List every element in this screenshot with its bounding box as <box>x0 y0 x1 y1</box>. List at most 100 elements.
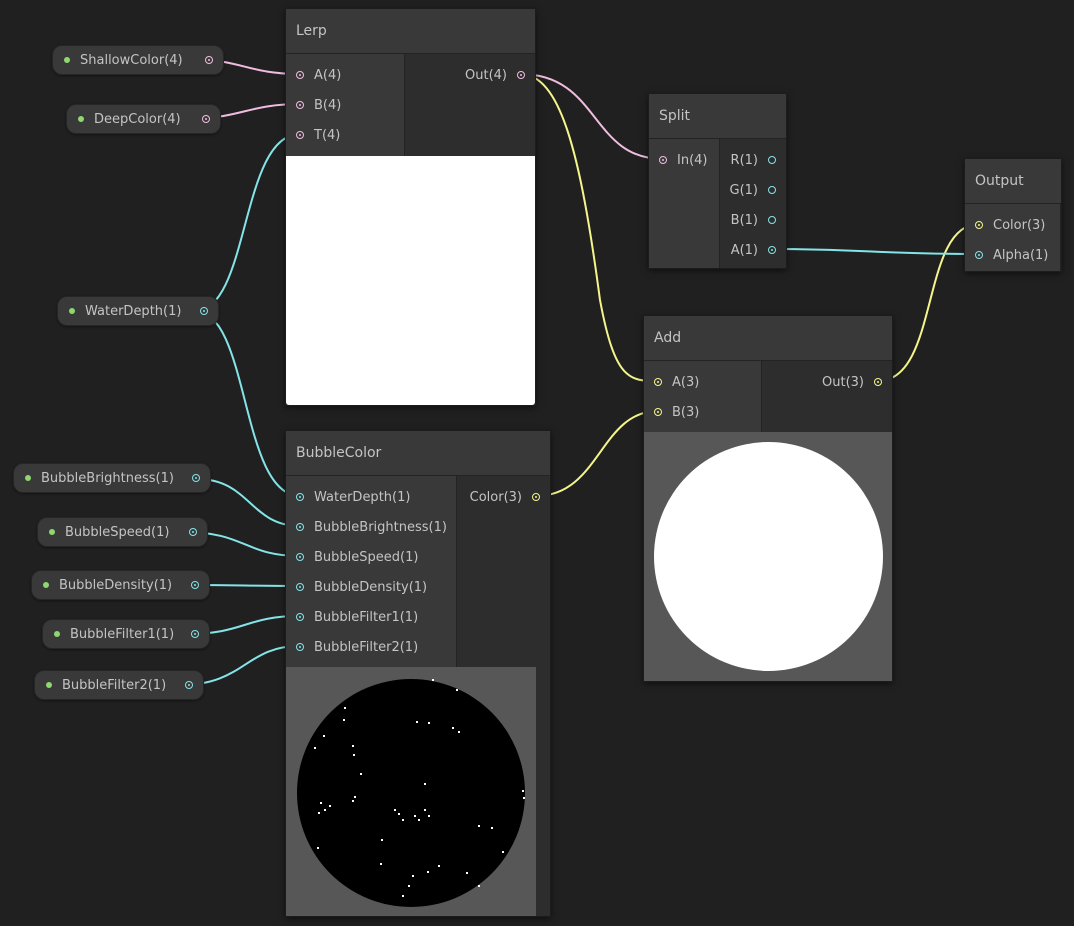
input-row[interactable]: B(4) <box>286 90 404 120</box>
input-row[interactable]: A(4) <box>286 60 404 90</box>
property-shallow-color[interactable]: ShallowColor(4) <box>52 45 224 75</box>
property-bubble-speed[interactable]: BubbleSpeed(1) <box>37 517 208 547</box>
output-row[interactable]: Color(3) <box>457 482 550 512</box>
lerp-node[interactable]: Lerp A(4) B(4) T(4) Out(4) <box>285 8 536 406</box>
property-bubble-filter1[interactable]: BubbleFilter1(1) <box>42 619 210 649</box>
output-ports: Out(3) <box>762 361 892 432</box>
output-port-icon[interactable] <box>532 493 540 501</box>
port-label: In(4) <box>677 152 708 168</box>
input-row[interactable]: WaterDepth(1) <box>286 482 456 512</box>
output-port-icon[interactable] <box>189 528 197 536</box>
add-preview <box>644 432 892 681</box>
port-label: Color(3) <box>469 489 522 505</box>
output-port-icon[interactable] <box>200 307 208 315</box>
property-label: BubbleBrightness(1) <box>41 470 174 486</box>
input-port-icon[interactable] <box>296 131 304 139</box>
input-row[interactable]: T(4) <box>286 120 404 150</box>
output-node[interactable]: Output Color(3) Alpha(1) <box>964 158 1062 272</box>
output-row[interactable]: R(1) <box>720 145 786 175</box>
input-row[interactable]: Color(3) <box>965 210 1060 240</box>
property-dot-icon <box>46 682 52 688</box>
input-port-icon[interactable] <box>654 378 662 386</box>
preview-circle <box>654 442 883 671</box>
output-port-icon[interactable] <box>191 581 199 589</box>
node-title[interactable]: Output <box>965 159 1061 204</box>
output-port-icon[interactable] <box>768 216 776 224</box>
port-label: B(1) <box>730 212 758 228</box>
property-label: BubbleDensity(1) <box>59 577 173 593</box>
input-port-icon[interactable] <box>975 221 983 229</box>
output-row[interactable]: G(1) <box>720 175 786 205</box>
input-row[interactable]: B(3) <box>644 397 761 427</box>
output-row[interactable]: Out(4) <box>405 60 535 90</box>
output-port-icon[interactable] <box>768 246 776 254</box>
bubblecolor-node[interactable]: BubbleColor WaterDepth(1) BubbleBrightne… <box>285 430 551 917</box>
output-row[interactable]: B(1) <box>720 205 786 235</box>
wire-lerp-out-to-split-in <box>519 73 664 160</box>
node-title[interactable]: Add <box>644 316 892 361</box>
node-title[interactable]: BubbleColor <box>286 431 550 476</box>
output-port-icon[interactable] <box>185 681 193 689</box>
input-ports: WaterDepth(1) BubbleBrightness(1) Bubble… <box>286 476 457 667</box>
input-port-icon[interactable] <box>296 71 304 79</box>
property-bubble-density[interactable]: BubbleDensity(1) <box>31 570 210 600</box>
split-node[interactable]: Split In(4) R(1) G(1) B(1) A(1) <box>648 93 787 269</box>
input-row[interactable]: BubbleFilter1(1) <box>286 602 456 632</box>
property-label: DeepColor(4) <box>94 111 181 127</box>
input-row[interactable]: BubbleBrightness(1) <box>286 512 456 542</box>
port-label: R(1) <box>730 152 758 168</box>
output-ports: Out(4) <box>405 54 535 156</box>
property-dot-icon <box>69 308 75 314</box>
output-port-icon[interactable] <box>192 474 200 482</box>
property-bubble-filter2[interactable]: BubbleFilter2(1) <box>34 670 204 700</box>
input-port-icon[interactable] <box>296 583 304 591</box>
output-port-icon[interactable] <box>874 378 882 386</box>
port-label: BubbleFilter2(1) <box>314 639 419 655</box>
property-water-depth[interactable]: WaterDepth(1) <box>57 296 219 326</box>
input-row[interactable]: BubbleDensity(1) <box>286 572 456 602</box>
input-port-icon[interactable] <box>654 408 662 416</box>
output-port-icon[interactable] <box>768 156 776 164</box>
property-label: WaterDepth(1) <box>85 303 182 319</box>
output-port-icon[interactable] <box>205 56 213 64</box>
output-row[interactable]: Out(3) <box>762 367 892 397</box>
port-label: Out(4) <box>465 67 507 83</box>
output-port-icon[interactable] <box>202 115 210 123</box>
input-port-icon[interactable] <box>975 251 983 259</box>
property-deep-color[interactable]: DeepColor(4) <box>66 104 221 134</box>
output-port-icon[interactable] <box>517 71 525 79</box>
input-ports: Color(3) Alpha(1) <box>965 204 1061 271</box>
output-row[interactable]: A(1) <box>720 235 786 265</box>
input-port-icon[interactable] <box>296 101 304 109</box>
port-label: B(4) <box>314 97 342 113</box>
property-bubble-brightness[interactable]: BubbleBrightness(1) <box>13 463 211 493</box>
input-row[interactable]: Alpha(1) <box>965 240 1060 270</box>
bubble-preview-image <box>297 679 525 907</box>
input-port-icon[interactable] <box>296 523 304 531</box>
input-port-icon[interactable] <box>659 156 667 164</box>
port-label: B(3) <box>672 404 700 420</box>
lerp-preview <box>286 156 535 405</box>
input-row[interactable]: BubbleSpeed(1) <box>286 542 456 572</box>
input-row[interactable]: A(3) <box>644 367 761 397</box>
input-ports: In(4) <box>649 139 720 268</box>
output-port-icon[interactable] <box>191 630 199 638</box>
wire-lerp-out-to-add-a <box>519 73 659 382</box>
input-port-icon[interactable] <box>296 613 304 621</box>
input-port-icon[interactable] <box>296 553 304 561</box>
input-port-icon[interactable] <box>296 493 304 501</box>
input-ports: A(3) B(3) <box>644 361 762 432</box>
wire-bubble-color-to-add-b <box>535 410 659 497</box>
input-row[interactable]: In(4) <box>649 145 719 175</box>
node-title[interactable]: Lerp <box>286 9 535 54</box>
input-port-icon[interactable] <box>296 643 304 651</box>
port-label: A(1) <box>730 242 758 258</box>
node-title[interactable]: Split <box>649 94 786 139</box>
property-dot-icon <box>43 582 49 588</box>
input-row[interactable]: BubbleFilter2(1) <box>286 632 456 662</box>
property-label: ShallowColor(4) <box>80 52 183 68</box>
output-port-icon[interactable] <box>768 186 776 194</box>
property-dot-icon <box>54 631 60 637</box>
add-node[interactable]: Add A(3) B(3) Out(3) <box>643 315 893 682</box>
port-label: A(3) <box>672 374 700 390</box>
